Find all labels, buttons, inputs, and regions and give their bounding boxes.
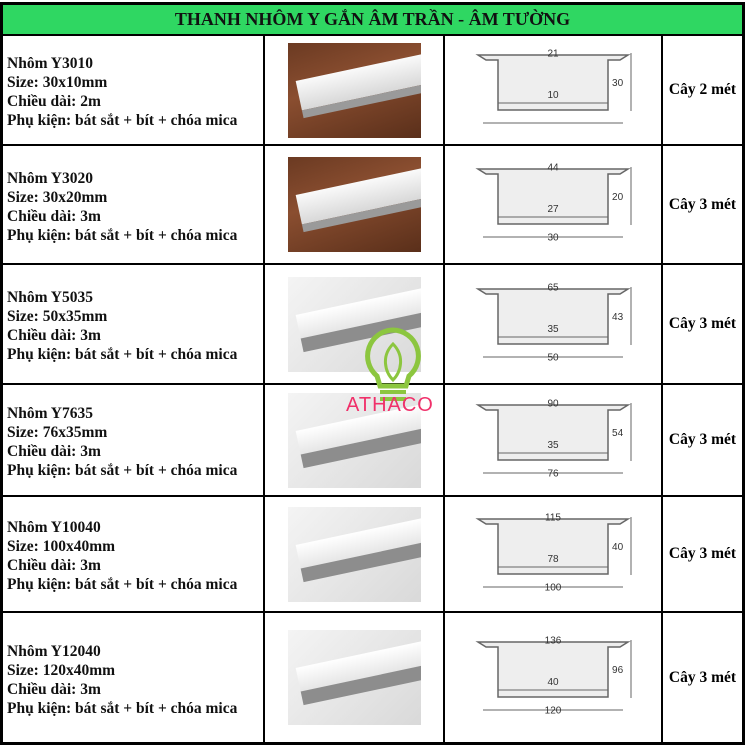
product-accessories: Phụ kiện: bát sắt + bít + chóa mica	[7, 112, 238, 129]
spec-cell: Nhôm Y10040 Size: 100x40mm Chiều dài: 3m…	[3, 497, 265, 611]
table-title: THANH NHÔM Y GẮN ÂM TRẦN - ÂM TƯỜNG	[3, 5, 742, 36]
spec-cell: Nhôm Y7635 Size: 76x35mm Chiều dài: 3m P…	[3, 385, 265, 495]
product-size: Size: 30x20mm	[7, 188, 108, 206]
product-photo	[287, 506, 421, 602]
dimension-label: 100	[545, 582, 562, 593]
product-row: Nhôm Y10040 Size: 100x40mm Chiều dài: 3m…	[3, 497, 742, 613]
dimension-label: 120	[545, 706, 562, 717]
unit-cell: Cây 3 mét	[668, 431, 737, 448]
dimension-label: 76	[547, 468, 559, 479]
product-size: Size: 50x35mm	[7, 308, 108, 325]
dimension-label: 20	[612, 192, 624, 203]
unit-cell: Cây 3 mét	[668, 195, 737, 213]
product-size: Size: 120x40mm	[7, 661, 116, 679]
photo-cell	[265, 36, 445, 144]
dimension-label: 10	[547, 90, 559, 101]
profile-diagram: 21 10 30	[475, 48, 632, 123]
dimension-label: 96	[612, 665, 624, 676]
photo-cell	[265, 613, 445, 742]
diagram-cell: 90 35 54 76	[445, 385, 663, 495]
photo-cell	[265, 497, 445, 611]
photo-cell	[265, 146, 445, 263]
product-row: Nhôm Y3020 Size: 30x20mm Chiều dài: 3m P…	[3, 146, 742, 265]
product-size: Size: 30x10mm	[7, 74, 108, 91]
dimension-label: 78	[547, 554, 559, 565]
product-accessories: Phụ kiện: bát sắt + bít + chóa mica	[7, 226, 238, 244]
profile-diagram: 44 27 20 30	[475, 162, 632, 244]
profile-diagram: 136 40 96 120	[475, 635, 632, 717]
product-size: Size: 100x40mm	[7, 538, 116, 555]
watermark-text: ATHACO	[346, 394, 434, 416]
spec-cell: Nhôm Y5035 Size: 50x35mm Chiều dài: 3m P…	[3, 265, 265, 383]
dimension-label: 35	[547, 440, 559, 451]
dimension-label: 44	[547, 162, 559, 173]
product-name: Nhôm Y12040	[7, 642, 101, 660]
product-row: Nhôm Y5035 Size: 50x35mm Chiều dài: 3m P…	[3, 265, 742, 385]
product-photo	[287, 630, 421, 725]
unit-cell: Cây 2 mét	[668, 81, 737, 98]
profile-diagram: 115 78 40 100	[475, 512, 632, 593]
product-length: Chiều dài: 2m	[7, 93, 101, 110]
product-photo	[287, 157, 421, 252]
product-row: Nhôm Y12040 Size: 120x40mm Chiều dài: 3m…	[3, 613, 742, 742]
unit-cell: Cây 3 mét	[668, 315, 737, 332]
profile-diagram: 65 35 43 50	[475, 282, 632, 363]
dimension-label: 50	[547, 352, 559, 363]
unit-cell: Cây 3 mét	[668, 545, 737, 562]
profile-diagram: 90 35 54 76	[475, 398, 632, 479]
product-length: Chiều dài: 3m	[7, 327, 101, 344]
product-name: Nhôm Y7635	[7, 405, 93, 422]
product-length: Chiều dài: 3m	[7, 207, 101, 225]
photo-cell	[265, 265, 445, 383]
dimension-label: 115	[545, 512, 561, 523]
dimension-label: 40	[547, 677, 559, 688]
dimension-label: 35	[547, 324, 559, 335]
spec-cell: Nhôm Y12040 Size: 120x40mm Chiều dài: 3m…	[3, 613, 265, 742]
product-photo	[287, 42, 421, 138]
dimension-label: 136	[545, 635, 562, 646]
dimension-label: 90	[547, 398, 559, 409]
diagram-cell: 44 27 20 30	[445, 146, 663, 263]
product-length: Chiều dài: 3m	[7, 680, 101, 698]
dimension-label: 65	[547, 282, 559, 293]
dimension-label: 27	[547, 204, 559, 215]
dimension-label: 21	[547, 48, 559, 59]
product-length: Chiều dài: 3m	[7, 557, 101, 574]
dimension-label: 54	[612, 427, 624, 438]
dimension-label: 43	[612, 311, 624, 322]
product-length: Chiều dài: 3m	[7, 443, 101, 460]
product-name: Nhôm Y3020	[7, 169, 93, 187]
spec-cell: Nhôm Y3020 Size: 30x20mm Chiều dài: 3m P…	[3, 146, 265, 263]
product-accessories: Phụ kiện: bát sắt + bít + chóa mica	[7, 576, 238, 593]
dimension-label: 30	[612, 77, 624, 88]
dimension-label: 30	[547, 233, 559, 244]
unit-cell: Cây 3 mét	[668, 668, 737, 686]
product-size: Size: 76x35mm	[7, 424, 108, 441]
product-row: Nhôm Y3010 Size: 30x10mm Chiều dài: 2m P…	[3, 36, 742, 146]
product-accessories: Phụ kiện: bát sắt + bít + chóa mica	[7, 462, 238, 479]
product-accessories: Phụ kiện: bát sắt + bít + chóa mica	[7, 699, 238, 717]
dimension-label: 40	[612, 541, 624, 552]
product-name: Nhôm Y3010	[7, 55, 93, 72]
product-name: Nhôm Y10040	[7, 519, 101, 536]
diagram-cell: 115 78 40 100	[445, 497, 663, 611]
product-photo	[287, 276, 421, 372]
diagram-cell: 65 35 43 50	[445, 265, 663, 383]
diagram-cell: 136 40 96 120	[445, 613, 663, 742]
product-name: Nhôm Y5035	[7, 289, 93, 306]
product-accessories: Phụ kiện: bát sắt + bít + chóa mica	[7, 346, 238, 363]
diagram-cell: 21 10 30	[445, 36, 663, 144]
spec-cell: Nhôm Y3010 Size: 30x10mm Chiều dài: 2m P…	[3, 36, 265, 144]
